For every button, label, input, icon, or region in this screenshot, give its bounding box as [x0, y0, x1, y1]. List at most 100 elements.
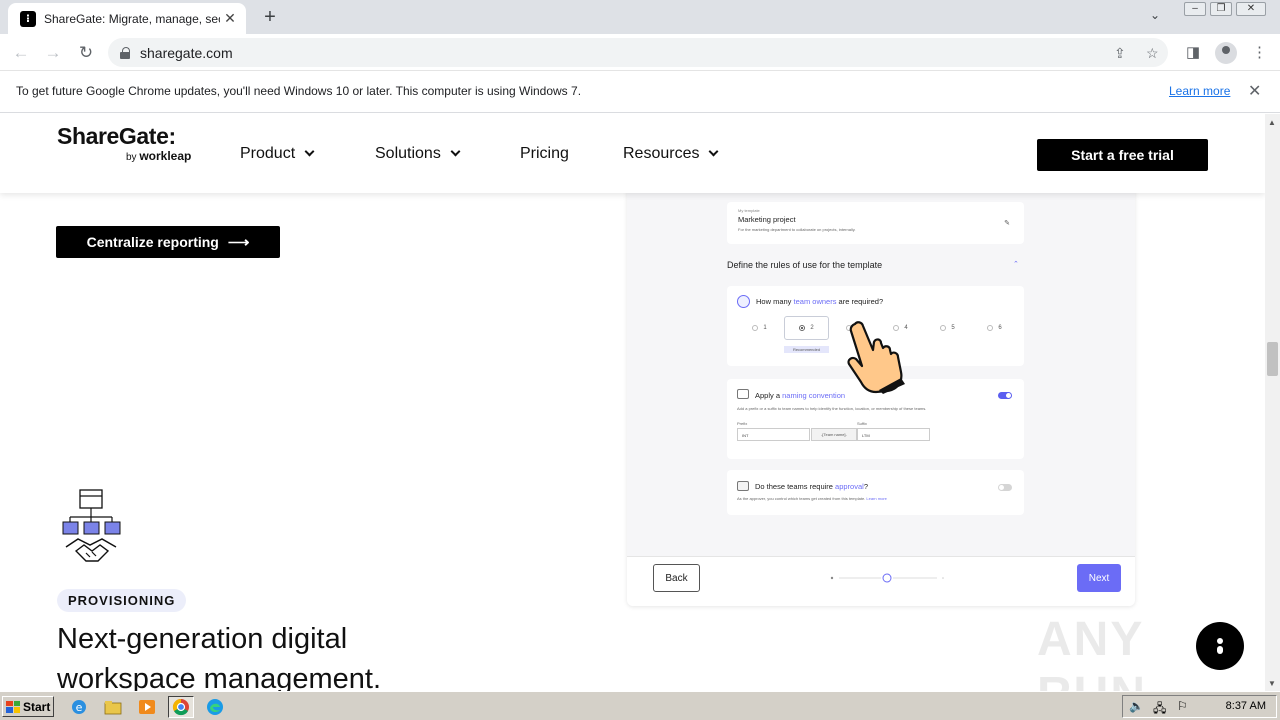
- edit-pencil-icon: ✎: [1004, 220, 1010, 227]
- chrome-menu-icon[interactable]: ⋮: [1252, 43, 1267, 61]
- site-header: ShareGate: by workleap Product Solutions…: [0, 114, 1265, 193]
- owner-option-1: 1: [737, 316, 782, 340]
- infobar-close-icon[interactable]: ✕: [1248, 81, 1261, 101]
- owner-option-6-label: 6: [998, 325, 1002, 331]
- chat-widget-button[interactable]: [1196, 622, 1244, 670]
- logo-workleap-text: workleap: [139, 149, 192, 163]
- suffix-label: Suffix: [857, 421, 867, 426]
- infobar-message: To get future Google Chrome updates, you…: [16, 84, 582, 98]
- nav-product-label: Product: [240, 145, 296, 162]
- profile-avatar-icon[interactable]: [1215, 42, 1237, 64]
- sharegate-logo[interactable]: ShareGate:: [57, 123, 176, 150]
- approval-title: Do these teams require approval?: [755, 482, 868, 491]
- approval-description-text: As the approver, you control which teams…: [737, 496, 866, 501]
- owner-option-1-label: 1: [763, 325, 767, 331]
- tab-close-icon[interactable]: ✕: [222, 10, 238, 27]
- owner-option-2: 2: [784, 316, 829, 340]
- radio-dot-icon: [752, 325, 759, 331]
- media-player-icon[interactable]: [136, 696, 158, 718]
- approval-title-start: Do these teams require: [755, 482, 836, 491]
- window-close-button[interactable]: ✕: [1236, 2, 1266, 16]
- approval-title-link: approval: [835, 482, 864, 491]
- reload-icon[interactable]: ↻: [75, 42, 97, 64]
- template-label: My template: [738, 208, 760, 213]
- share-icon[interactable]: ⇪: [1114, 45, 1126, 62]
- approval-title-end: ?: [863, 482, 868, 491]
- start-label: Start: [23, 699, 51, 714]
- nav-product[interactable]: Product: [240, 145, 315, 163]
- prefix-label: Prefix: [737, 421, 748, 426]
- template-settings-mockup: My template Marketing project For the ma…: [627, 184, 1135, 606]
- start-button[interactable]: Start: [2, 696, 54, 717]
- approval-icon: [737, 481, 749, 491]
- browser-toolbar: ← → ↻ sharegate.com ⇪ ☆ ◨ ⋮: [0, 34, 1280, 71]
- edge-icon[interactable]: [204, 696, 226, 718]
- action-center-flag-icon[interactable]: ⚐: [1177, 699, 1188, 713]
- workleap-logo[interactable]: by workleap: [126, 149, 191, 163]
- sharegate-favicon-icon: ⁝: [20, 10, 36, 27]
- approval-toggle-off: [998, 484, 1012, 491]
- volume-icon[interactable]: 🔈: [1129, 699, 1144, 713]
- radio-dot-icon: [799, 325, 806, 331]
- section-headline: Next-generation digital workspace manage…: [57, 623, 381, 691]
- nav-resources[interactable]: Resources: [623, 145, 719, 163]
- page-scrollbar[interactable]: ▲ ▼: [1265, 114, 1280, 691]
- arrow-right-icon: ⟶: [227, 234, 250, 251]
- user-circle-icon: [737, 295, 750, 308]
- centralize-reporting-button[interactable]: Centralize reporting ⟶: [56, 226, 280, 258]
- owner-option-2-label: 2: [810, 325, 814, 331]
- radio-dot-icon: [940, 325, 947, 331]
- naming-description: Add a prefix or a suffix to team names t…: [737, 406, 927, 411]
- provisioning-badge: PROVISIONING: [57, 589, 187, 612]
- scroll-thumb[interactable]: [1267, 342, 1278, 376]
- nav-pricing[interactable]: Pricing: [520, 145, 569, 163]
- owners-question-link: team owners: [793, 297, 837, 306]
- chat-person-icon: [1217, 638, 1223, 654]
- address-bar[interactable]: sharegate.com ⇪ ☆: [108, 38, 1168, 67]
- chevron-down-icon: [450, 146, 461, 157]
- project-title: Marketing project: [738, 215, 796, 224]
- browser-tab-strip: ⁝ ShareGate: Migrate, manage, secure ✕ +…: [0, 0, 1280, 34]
- window-restore-button[interactable]: ❐: [1210, 2, 1232, 16]
- owner-option-5-label: 5: [951, 325, 955, 331]
- approval-description: As the approver, you control which teams…: [737, 496, 887, 501]
- svg-text:e: e: [76, 701, 83, 714]
- naming-toggle-on: [998, 392, 1012, 399]
- network-icon[interactable]: 🖧: [1153, 699, 1166, 720]
- scroll-up-arrow-icon[interactable]: ▲: [1268, 118, 1276, 127]
- update-infobar: To get future Google Chrome updates, you…: [0, 71, 1280, 113]
- logo-by-text: by: [126, 152, 137, 163]
- owners-question-start: How many: [756, 297, 794, 306]
- learn-more-link[interactable]: Learn more: [1169, 84, 1230, 98]
- start-free-trial-button[interactable]: Start a free trial: [1037, 139, 1208, 171]
- windows-taskbar: Start e 🔈 🖧 ⚐ 8:37 AM: [0, 691, 1280, 720]
- file-explorer-icon[interactable]: [102, 696, 124, 718]
- forward-arrow-icon[interactable]: →: [42, 42, 64, 64]
- scroll-down-arrow-icon[interactable]: ▼: [1268, 679, 1276, 688]
- chrome-taskbar-icon[interactable]: [168, 696, 194, 718]
- mockup-back-button: Back: [653, 564, 700, 592]
- url-text[interactable]: sharegate.com: [140, 45, 233, 61]
- nav-solutions[interactable]: Solutions: [375, 145, 461, 163]
- project-description: For the marketing department to collabor…: [738, 227, 856, 232]
- tab-search-chevron-icon[interactable]: ⌄: [1150, 8, 1160, 22]
- mockup-footer: Back Next: [627, 556, 1135, 606]
- mockup-next-button: Next: [1077, 564, 1121, 592]
- rules-title: Define the rules of use for the template: [727, 260, 883, 270]
- new-tab-button[interactable]: +: [258, 6, 282, 30]
- taskbar-clock[interactable]: 8:37 AM: [1226, 700, 1266, 712]
- windows-flag-icon: [6, 700, 20, 713]
- lock-icon[interactable]: [120, 46, 130, 59]
- template-name-card: My template Marketing project For the ma…: [727, 202, 1024, 244]
- browser-tab-sharegate[interactable]: ⁝ ShareGate: Migrate, manage, secure ✕: [8, 3, 246, 34]
- nav-solutions-label: Solutions: [375, 145, 441, 162]
- naming-title: Apply a naming convention: [755, 391, 845, 400]
- prefix-field: INT: [737, 428, 810, 441]
- internet-explorer-icon[interactable]: e: [68, 696, 90, 718]
- window-minimize-button[interactable]: –: [1184, 2, 1206, 16]
- bookmark-star-icon[interactable]: ☆: [1146, 45, 1159, 62]
- nav-pricing-label: Pricing: [520, 145, 569, 162]
- owner-option-6: 6: [972, 316, 1017, 340]
- side-panel-icon[interactable]: ◨: [1186, 43, 1200, 61]
- back-arrow-icon[interactable]: ←: [10, 42, 32, 64]
